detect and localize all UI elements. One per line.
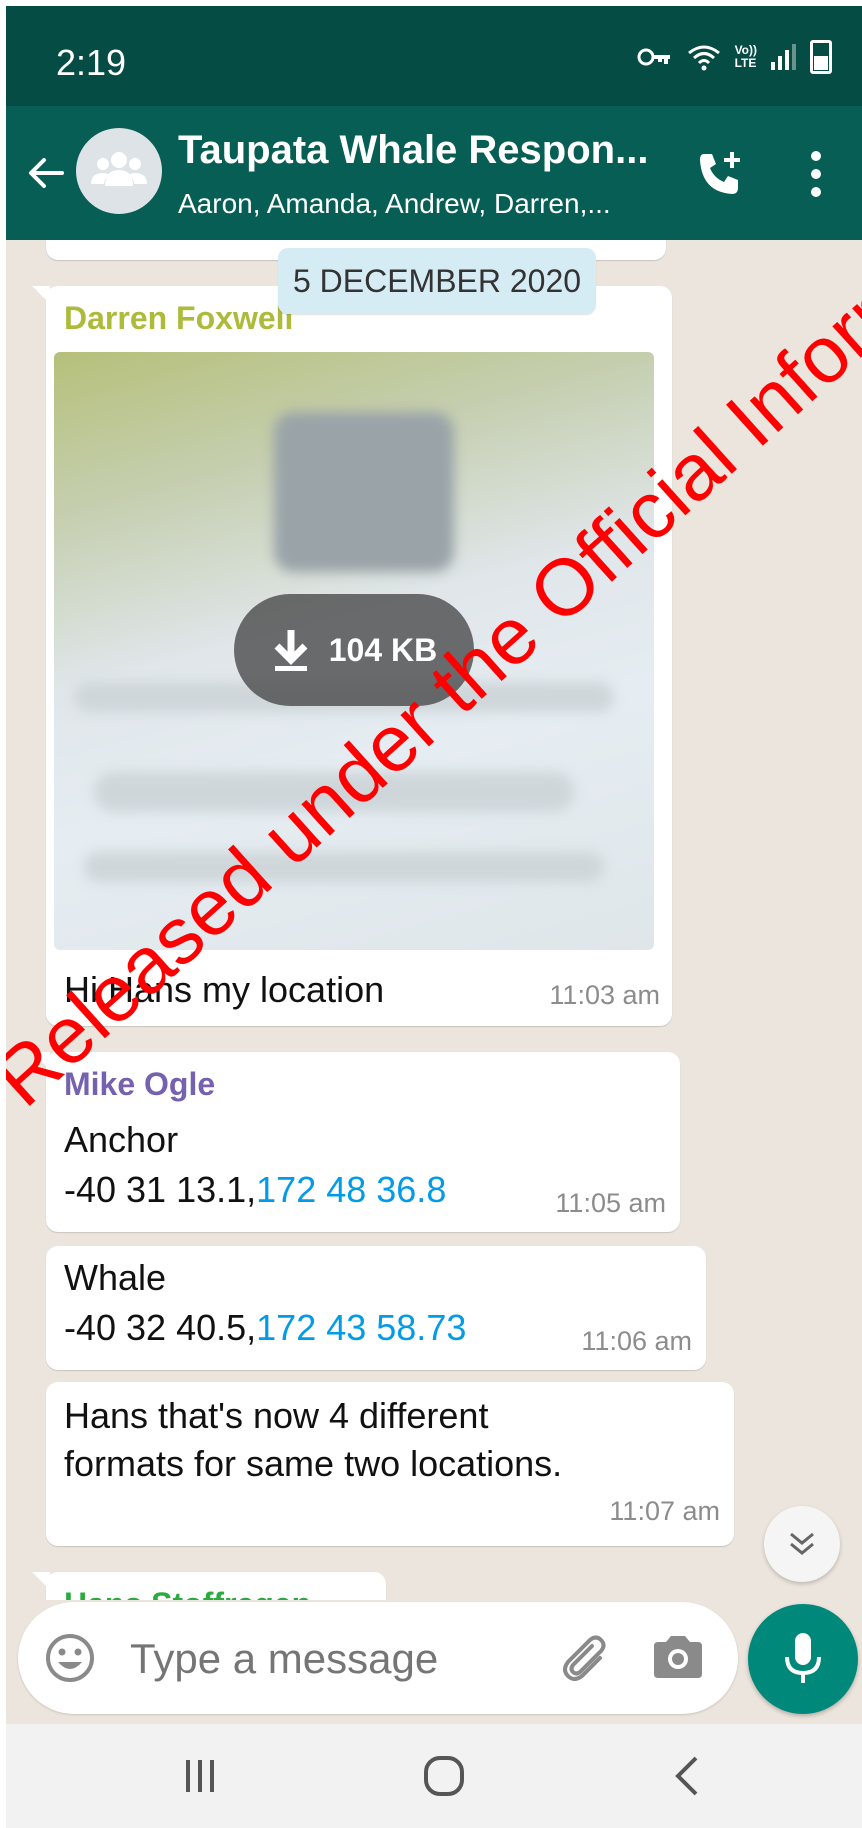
chat-title[interactable]: Taupata Whale Respon... bbox=[178, 128, 648, 173]
group-avatar[interactable] bbox=[76, 128, 162, 214]
message-time: 11:07 am bbox=[609, 1496, 720, 1526]
message-sender: Mike Ogle bbox=[64, 1066, 216, 1102]
message-bubble-hans[interactable]: Hans Stoffregen bbox=[32, 1572, 386, 1600]
add-call-icon[interactable] bbox=[694, 148, 746, 200]
attach-icon[interactable] bbox=[556, 1628, 616, 1688]
message-bubble-formats[interactable]: Hans that's now 4 different formats for … bbox=[46, 1382, 734, 1546]
chat-header: Taupata Whale Respon... Aaron, Amanda, A… bbox=[6, 106, 862, 240]
message-line: formats for same two locations. bbox=[64, 1443, 563, 1484]
message-sender: Hans Stoffregen bbox=[64, 1586, 311, 1600]
status-bar: 2:19 Vo)) LTE bbox=[6, 6, 862, 106]
message-time: 11:05 am bbox=[555, 1188, 666, 1218]
status-icons: Vo)) LTE bbox=[637, 40, 832, 74]
home-icon[interactable] bbox=[422, 1754, 466, 1798]
double-chevron-down-icon bbox=[790, 1532, 814, 1555]
message-line: -40 31 13.1,172 48 36.8 bbox=[64, 1169, 447, 1210]
message-time: 11:03 am bbox=[549, 980, 660, 1010]
app-frame: 2:19 Vo)) LTE Taupata Whale Respon... Aa… bbox=[6, 6, 862, 1828]
message-input[interactable] bbox=[128, 1624, 552, 1694]
message-time: 11:06 am bbox=[581, 1326, 692, 1356]
voice-message-button[interactable] bbox=[748, 1604, 858, 1714]
vpn-key-icon bbox=[637, 48, 670, 66]
scroll-to-bottom-button[interactable] bbox=[764, 1506, 840, 1582]
date-chip: 5 DECEMBER 2020 bbox=[278, 248, 596, 314]
message-bubble-whale[interactable]: Whale -40 32 40.5,172 43 58.73 11:06 am bbox=[46, 1246, 706, 1370]
signal-icon bbox=[771, 44, 796, 70]
coordinate-link[interactable]: 172 43 58.73 bbox=[256, 1307, 466, 1348]
attachment-size: 104 KB bbox=[328, 631, 438, 668]
more-options-icon[interactable] bbox=[806, 150, 826, 198]
message-line: Anchor bbox=[64, 1119, 179, 1160]
image-attachment[interactable]: 104 KB bbox=[54, 352, 654, 950]
wifi-icon bbox=[687, 45, 720, 71]
download-arrow-icon bbox=[274, 630, 308, 671]
back-arrow-icon[interactable] bbox=[22, 148, 72, 198]
group-icon bbox=[91, 152, 147, 186]
volte-lte-icon: Vo)) LTE bbox=[734, 43, 757, 70]
battery-icon bbox=[810, 40, 832, 74]
chat-participants[interactable]: Aaron, Amanda, Andrew, Darren,... bbox=[178, 188, 611, 220]
recent-apps-icon[interactable] bbox=[180, 1754, 220, 1798]
message-line: -40 32 40.5,172 43 58.73 bbox=[64, 1307, 467, 1348]
message-composer bbox=[18, 1602, 738, 1714]
system-nav-bar bbox=[6, 1724, 862, 1828]
microphone-icon bbox=[785, 1633, 821, 1683]
status-time: 2:19 bbox=[56, 42, 127, 83]
back-nav-icon[interactable] bbox=[672, 1754, 702, 1798]
message-line: Whale bbox=[64, 1257, 167, 1298]
message-sender: Darren Foxwell bbox=[64, 300, 294, 336]
download-button[interactable]: 104 KB bbox=[234, 594, 474, 706]
message-text: Hi Hans my location bbox=[64, 969, 385, 1010]
coordinate-link[interactable]: 172 48 36.8 bbox=[256, 1169, 446, 1210]
chat-area[interactable]: am Darren Foxwell 104 KB Hi Hans my loca… bbox=[6, 240, 862, 1600]
message-bubble-darren[interactable]: Darren Foxwell 104 KB Hi Hans my locatio… bbox=[32, 286, 672, 1026]
emoji-icon[interactable] bbox=[44, 1632, 96, 1684]
message-line: Hans that's now 4 different bbox=[64, 1395, 489, 1436]
message-bubble-mike[interactable]: Mike Ogle Anchor -40 31 13.1,172 48 36.8… bbox=[32, 1052, 680, 1232]
message-time: am bbox=[610, 240, 648, 241]
camera-icon[interactable] bbox=[650, 1632, 706, 1682]
